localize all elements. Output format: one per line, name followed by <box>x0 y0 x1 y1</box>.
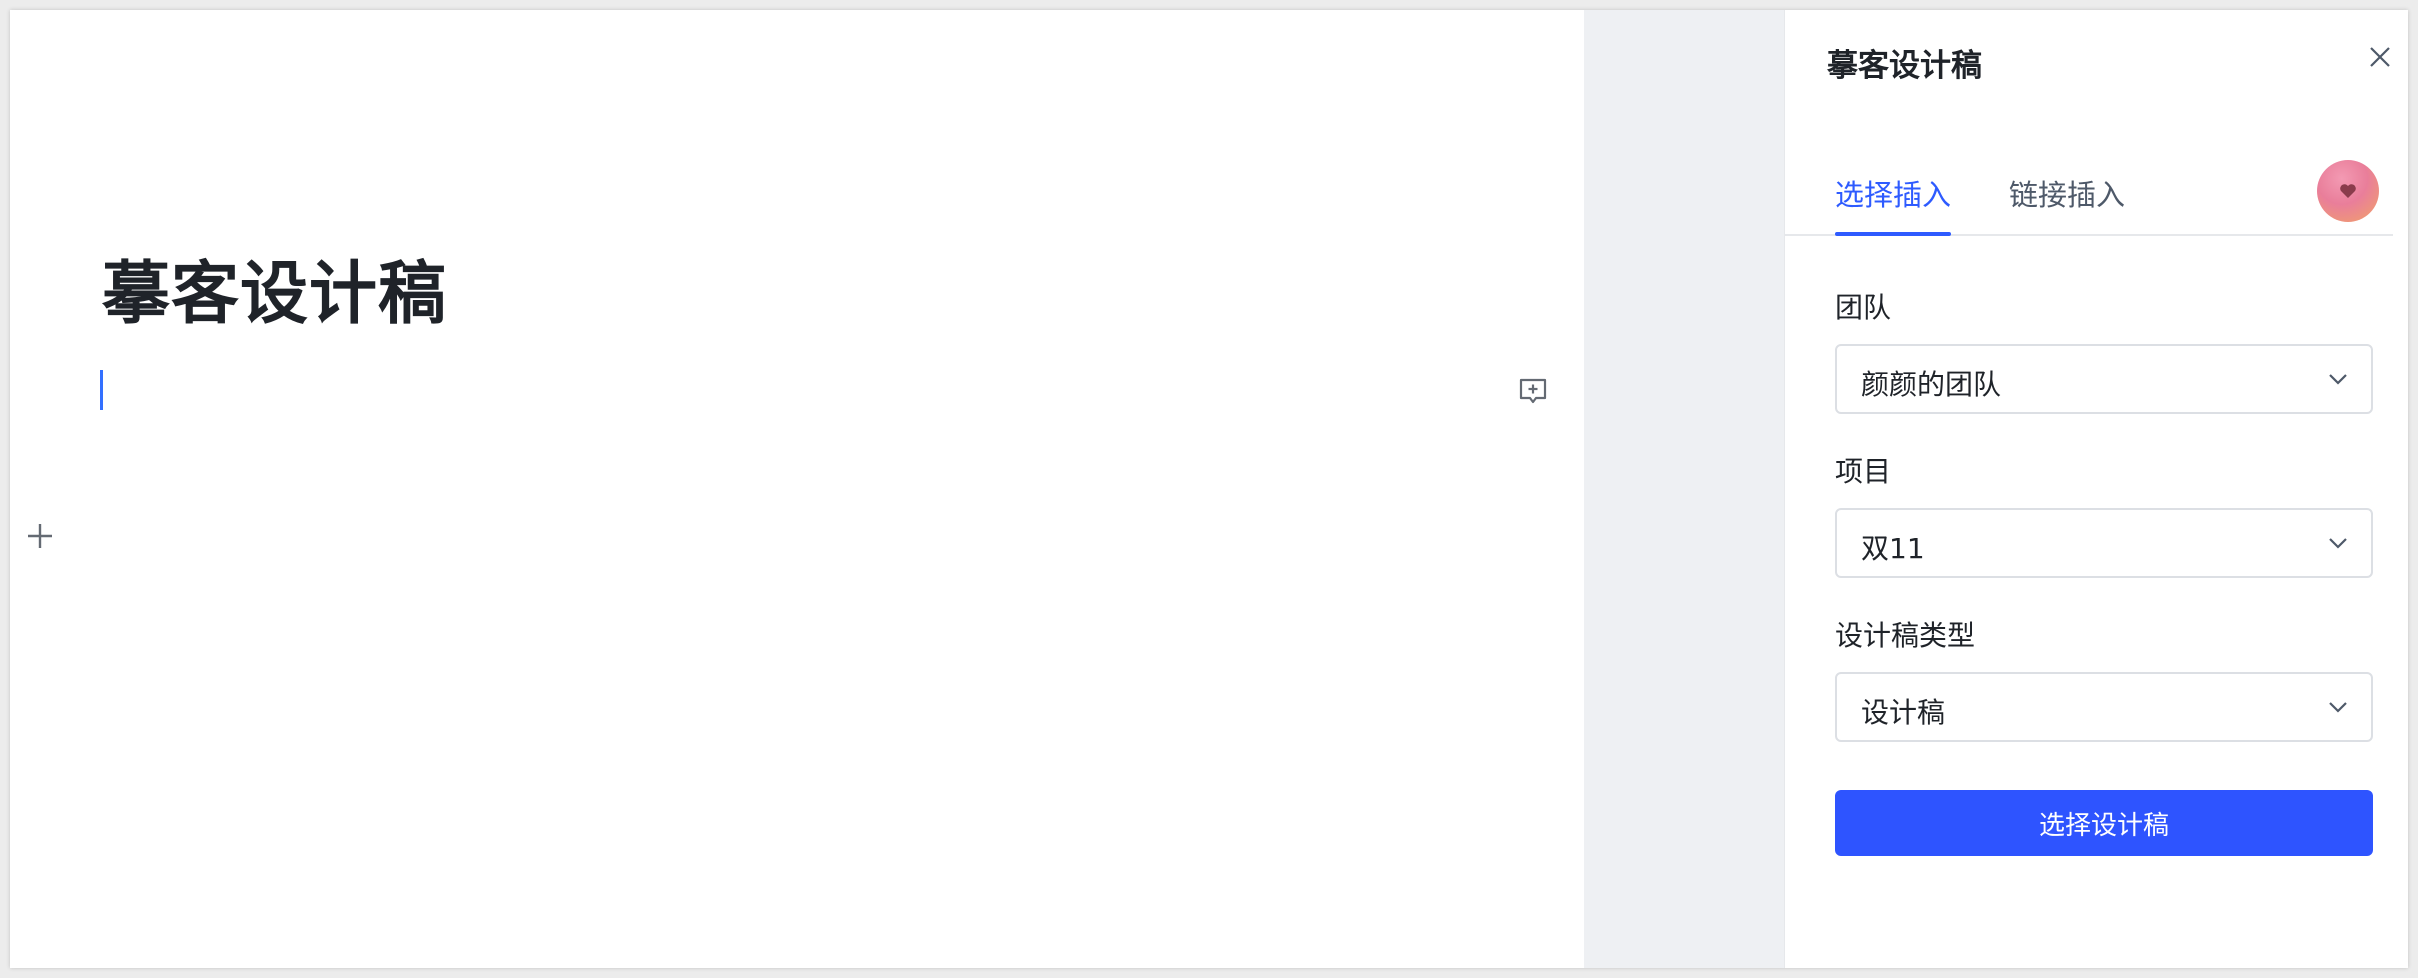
design-type-select-value: 设计稿 <box>1861 696 1946 729</box>
team-select[interactable]: 颜颜的团队 <box>1835 344 2373 414</box>
close-button[interactable] <box>2363 40 2397 74</box>
insert-mode-tabs: 选择插入 链接插入 <box>1785 156 2393 236</box>
tab-link-insert[interactable]: 链接插入 <box>2009 172 2125 234</box>
avatar[interactable] <box>2317 160 2379 222</box>
text-cursor <box>100 370 103 410</box>
design-type-select[interactable]: 设计稿 <box>1835 672 2373 742</box>
project-select[interactable]: 双11 <box>1835 508 2373 578</box>
app-window: 摹客设计稿 摹客设计稿 选择插入 链接插入 团队 颜颜的团队 项目 双11 设计… <box>10 10 2408 968</box>
editor-gutter <box>1584 10 1784 968</box>
design-type-label: 设计稿类型 <box>1835 619 1976 652</box>
document-editor[interactable]: 摹客设计稿 <box>10 10 1584 968</box>
plus-icon <box>28 524 52 548</box>
add-comment-button[interactable] <box>1515 374 1551 410</box>
close-icon <box>2370 47 2390 67</box>
select-design-button[interactable]: 选择设计稿 <box>1835 790 2373 856</box>
tab-select-insert[interactable]: 选择插入 <box>1835 172 1952 236</box>
heart-icon <box>2340 184 2356 198</box>
document-title[interactable]: 摹客设计稿 <box>102 238 447 337</box>
chevron-down-icon <box>2327 532 2349 554</box>
add-block-button[interactable] <box>22 518 58 554</box>
chevron-down-icon <box>2327 368 2349 390</box>
panel-title: 摹客设计稿 <box>1827 48 1982 84</box>
plugin-side-panel: 摹客设计稿 选择插入 链接插入 团队 颜颜的团队 项目 双11 设计稿类型 设计… <box>1784 10 2408 968</box>
chevron-down-icon <box>2327 696 2349 718</box>
comment-add-icon <box>1519 378 1547 404</box>
project-select-value: 双11 <box>1861 532 1925 565</box>
team-select-value: 颜颜的团队 <box>1861 368 2002 401</box>
team-label: 团队 <box>1835 291 1892 324</box>
project-label: 项目 <box>1835 455 1892 488</box>
